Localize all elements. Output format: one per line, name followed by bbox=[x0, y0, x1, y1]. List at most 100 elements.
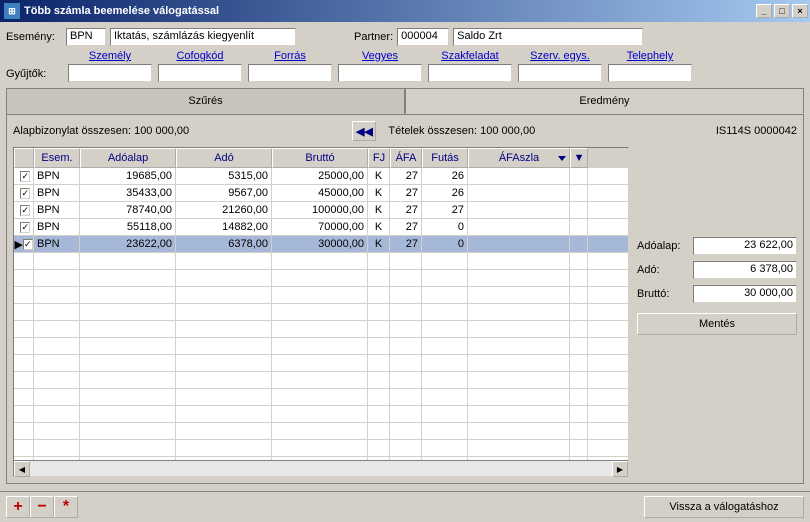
scroll-right-button[interactable]: ▶ bbox=[612, 461, 628, 477]
scroll-left-button[interactable]: ◀ bbox=[14, 461, 30, 477]
col-vegyes[interactable]: Vegyes bbox=[338, 50, 422, 62]
cell-brutto: 70000,00 bbox=[272, 219, 368, 235]
save-button[interactable]: Mentés bbox=[637, 313, 797, 335]
cell-esem: BPN bbox=[34, 219, 80, 235]
gyujtok-label: Gyűjtők: bbox=[6, 68, 62, 82]
cell-brutto: 45000,00 bbox=[272, 185, 368, 201]
esemeny-code-input[interactable]: BPN bbox=[66, 28, 106, 46]
table-row[interactable]: ✓BPN19685,005315,0025000,00K2726 bbox=[14, 168, 628, 185]
close-button[interactable]: × bbox=[792, 4, 808, 18]
input-vegyes[interactable] bbox=[338, 64, 422, 82]
input-szervegys[interactable] bbox=[518, 64, 602, 82]
cell-adoalap: 23622,00 bbox=[80, 236, 176, 252]
data-table: Esem. Adóalap Adó Bruttó FJ ÁFA Futás ÁF… bbox=[13, 147, 629, 477]
col-forras[interactable]: Forrás bbox=[248, 50, 332, 62]
table-row[interactable] bbox=[14, 457, 628, 460]
table-row[interactable]: ✓BPN55118,0014882,0070000,00K270 bbox=[14, 219, 628, 236]
tab-eredmeny[interactable]: Eredmény bbox=[405, 88, 804, 114]
cell-ado: 5315,00 bbox=[176, 168, 272, 184]
table-row[interactable] bbox=[14, 338, 628, 355]
th-ado[interactable]: Adó bbox=[176, 148, 272, 168]
th-esem[interactable]: Esem. bbox=[34, 148, 80, 168]
col-cofogkod[interactable]: Cofogkód bbox=[158, 50, 242, 62]
cell-afa: 27 bbox=[390, 168, 422, 184]
input-telephely[interactable] bbox=[608, 64, 692, 82]
table-row[interactable] bbox=[14, 253, 628, 270]
cell-adoalap: 35433,00 bbox=[80, 185, 176, 201]
side-brutto-input[interactable]: 30 000,00 bbox=[693, 285, 797, 303]
input-szemely[interactable] bbox=[68, 64, 152, 82]
table-row[interactable] bbox=[14, 406, 628, 423]
col-szemely[interactable]: Személy bbox=[68, 50, 152, 62]
table-row[interactable] bbox=[14, 304, 628, 321]
titlebar: ⊞ Több számla beemelése válogatással _ □… bbox=[0, 0, 810, 22]
th-brutto[interactable]: Bruttó bbox=[272, 148, 368, 168]
cell-fj: K bbox=[368, 168, 390, 184]
horizontal-scrollbar[interactable]: ◀ ▶ bbox=[14, 460, 628, 476]
partner-code-input[interactable]: 000004 bbox=[397, 28, 449, 46]
maximize-button[interactable]: □ bbox=[774, 4, 790, 18]
th-adoalap[interactable]: Adóalap bbox=[80, 148, 176, 168]
table-row[interactable] bbox=[14, 355, 628, 372]
star-button[interactable]: * bbox=[54, 496, 78, 518]
th-afa[interactable]: ÁFA bbox=[390, 148, 422, 168]
col-telephely[interactable]: Telephely bbox=[608, 50, 692, 62]
cell-afaszla bbox=[468, 185, 570, 201]
table-row[interactable] bbox=[14, 440, 628, 457]
partner-name-input[interactable]: Saldo Zrt bbox=[453, 28, 643, 46]
col-szervegys[interactable]: Szerv. egys. bbox=[518, 50, 602, 62]
row-checkbox[interactable]: ✓ bbox=[20, 171, 30, 182]
cell-futas: 0 bbox=[422, 236, 468, 252]
table-row[interactable] bbox=[14, 321, 628, 338]
input-forras[interactable] bbox=[248, 64, 332, 82]
cell-afa: 27 bbox=[390, 236, 422, 252]
row-checkbox[interactable]: ✓ bbox=[23, 239, 33, 250]
cell-adoalap: 19685,00 bbox=[80, 168, 176, 184]
table-row[interactable]: ✓BPN35433,009567,0045000,00K2726 bbox=[14, 185, 628, 202]
th-futas[interactable]: Futás bbox=[422, 148, 468, 168]
th-afaszla[interactable]: ÁFAszla bbox=[468, 148, 570, 168]
cell-adoalap: 78740,00 bbox=[80, 202, 176, 218]
esemeny-text-input[interactable]: Iktatás, számlázás kiegyenlít bbox=[110, 28, 296, 46]
cell-brutto: 30000,00 bbox=[272, 236, 368, 252]
remove-row-button[interactable]: − bbox=[30, 496, 54, 518]
side-ado-input[interactable]: 6 378,00 bbox=[693, 261, 797, 279]
add-row-button[interactable]: + bbox=[6, 496, 30, 518]
table-row[interactable] bbox=[14, 389, 628, 406]
window-title: Több számla beemelése válogatással bbox=[24, 5, 754, 17]
back-button[interactable]: Vissza a válogatáshoz bbox=[644, 496, 804, 518]
table-row[interactable] bbox=[14, 270, 628, 287]
th-checkbox[interactable] bbox=[14, 148, 34, 168]
cell-afa: 27 bbox=[390, 202, 422, 218]
table-row[interactable] bbox=[14, 423, 628, 440]
row-checkbox[interactable]: ✓ bbox=[20, 188, 30, 199]
esemeny-label: Esemény: bbox=[6, 31, 62, 43]
table-row[interactable]: ▶✓BPN23622,006378,0030000,00K270 bbox=[14, 236, 628, 253]
table-body[interactable]: ✓BPN19685,005315,0025000,00K2726✓BPN3543… bbox=[14, 168, 628, 460]
input-szakfeladat[interactable] bbox=[428, 64, 512, 82]
cell-futas: 26 bbox=[422, 185, 468, 201]
col-szakfeladat[interactable]: Szakfeladat bbox=[428, 50, 512, 62]
result-panel: Alapbizonylat összesen: 100 000,00 ◀◀ Té… bbox=[6, 114, 804, 484]
input-cofogkod[interactable] bbox=[158, 64, 242, 82]
side-adoalap-label: Adóalap: bbox=[637, 240, 689, 252]
minimize-button[interactable]: _ bbox=[756, 4, 772, 18]
table-row[interactable] bbox=[14, 287, 628, 304]
scroll-track[interactable] bbox=[30, 461, 612, 476]
tab-szures[interactable]: Szűrés bbox=[6, 88, 405, 114]
table-row[interactable] bbox=[14, 372, 628, 389]
table-row[interactable]: ✓BPN78740,0021260,00100000,00K2727 bbox=[14, 202, 628, 219]
row-checkbox[interactable]: ✓ bbox=[20, 205, 30, 216]
cell-esem: BPN bbox=[34, 236, 80, 252]
cell-fj: K bbox=[368, 236, 390, 252]
row-checkbox[interactable]: ✓ bbox=[20, 222, 30, 233]
cell-futas: 26 bbox=[422, 168, 468, 184]
th-dropdown[interactable]: ▼ bbox=[570, 148, 588, 168]
cell-adoalap: 55118,00 bbox=[80, 219, 176, 235]
nav-prev-button[interactable]: ◀◀ bbox=[352, 121, 376, 141]
cell-ado: 21260,00 bbox=[176, 202, 272, 218]
cell-futas: 0 bbox=[422, 219, 468, 235]
side-adoalap-input[interactable]: 23 622,00 bbox=[693, 237, 797, 255]
th-fj[interactable]: FJ bbox=[368, 148, 390, 168]
app-icon: ⊞ bbox=[4, 3, 20, 19]
